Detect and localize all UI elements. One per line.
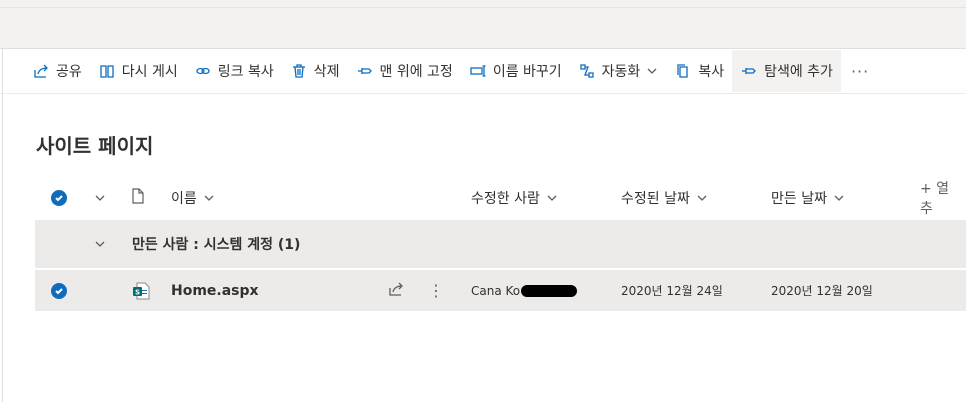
group-label: 만든 사람 : 시스템 계정 (1) (132, 237, 301, 253)
pin-icon (356, 62, 374, 80)
trash-icon (290, 62, 308, 80)
chevron-down-icon (94, 235, 106, 254)
chevron-down-icon (203, 192, 215, 204)
column-created[interactable]: 만든 날짜 (771, 176, 845, 220)
sharepoint-page-icon: S (131, 270, 151, 311)
vertical-dots-icon: ⋮ (428, 281, 444, 300)
add-to-navigation-button[interactable]: 탐색에 추가 (732, 50, 841, 92)
column-modified[interactable]: 수정된 날짜 (621, 176, 708, 220)
republish-button[interactable]: 다시 게시 (90, 50, 186, 92)
republish-label: 다시 게시 (121, 64, 178, 80)
share-button[interactable]: 공유 (24, 50, 90, 92)
chevron-down-icon (646, 65, 658, 77)
modified-date-cell: 2020년 12월 24일 (621, 284, 723, 298)
chevron-down-icon (696, 192, 708, 204)
column-name[interactable]: 이름 (171, 176, 215, 220)
group-collapse-button[interactable] (94, 220, 106, 268)
modified-by-cell: Cana Ko (471, 270, 578, 311)
column-modified-by-label: 수정한 사람 (471, 191, 540, 207)
add-to-navigation-label: 탐색에 추가 (764, 64, 833, 80)
document-icon (131, 188, 145, 208)
column-modified-label: 수정된 날짜 (621, 191, 690, 207)
command-bar-divider (0, 93, 966, 94)
copy-button[interactable]: 복사 (666, 50, 732, 92)
checkmark-icon (51, 282, 67, 299)
pin-icon (740, 62, 758, 80)
flow-icon (578, 62, 596, 80)
add-column-label: + 열 추 (920, 181, 950, 217)
left-divider (2, 48, 3, 402)
delete-label: 삭제 (313, 64, 340, 80)
copy-icon (674, 62, 692, 80)
copy-link-button[interactable]: 링크 복사 (186, 50, 282, 92)
book-icon (98, 62, 116, 80)
rename-button[interactable]: 이름 바꾸기 (461, 50, 570, 92)
rename-icon (469, 62, 487, 80)
column-modified-by[interactable]: 수정한 사람 (471, 176, 558, 220)
select-all-checkbox[interactable] (51, 176, 67, 220)
redaction-mark (521, 284, 578, 297)
more-icon: ··· (850, 61, 870, 81)
svg-text:S: S (135, 288, 140, 296)
modified-by-text: Cana Ko (471, 283, 521, 298)
more-options-button[interactable]: ··· (841, 50, 879, 92)
row-checkbox[interactable] (51, 270, 67, 311)
chevron-down-icon (546, 192, 558, 204)
row-more-button[interactable]: ⋮ (428, 270, 444, 311)
command-bar: 공유 다시 게시 링크 복사 삭제 맨 위에 고정 이름 바꾸기 자동화 복사 … (24, 50, 966, 92)
pin-to-top-button[interactable]: 맨 위에 고정 (348, 50, 461, 92)
column-created-label: 만든 날짜 (771, 191, 827, 207)
automate-label: 자동화 (601, 64, 641, 80)
table-row[interactable]: S Home.aspx ⋮ Cana Ko 2020년 12월 24일 2020… (35, 270, 966, 311)
chevron-down-icon (94, 189, 106, 208)
group-header: 만든 사람 : 시스템 계정 (1) (35, 220, 966, 268)
share-row-button[interactable] (388, 270, 404, 311)
page-title: 사이트 페이지 (36, 134, 154, 158)
column-name-label: 이름 (171, 191, 197, 207)
column-header-row: 이름 수정한 사람 수정된 날짜 만든 날짜 + 열 추 (35, 176, 966, 220)
copy-label: 복사 (698, 64, 725, 80)
copy-link-label: 링크 복사 (217, 64, 274, 80)
chevron-down-icon (833, 192, 845, 204)
created-date-cell: 2020년 12월 20일 (771, 284, 873, 298)
file-type-header[interactable] (131, 176, 145, 220)
automate-button[interactable]: 자동화 (570, 50, 667, 92)
rename-label: 이름 바꾸기 (492, 64, 562, 80)
share-label: 공유 (56, 64, 82, 80)
share-icon (32, 62, 50, 80)
file-name-link[interactable]: Home.aspx (171, 270, 259, 311)
link-icon (194, 62, 212, 80)
delete-button[interactable]: 삭제 (282, 50, 348, 92)
top-banner (0, 0, 966, 49)
add-column-button[interactable]: + 열 추 (920, 176, 966, 220)
share-icon (388, 281, 404, 301)
checkmark-icon (51, 190, 67, 206)
pin-to-top-label: 맨 위에 고정 (379, 64, 453, 80)
collapse-groups-button[interactable] (94, 176, 106, 220)
